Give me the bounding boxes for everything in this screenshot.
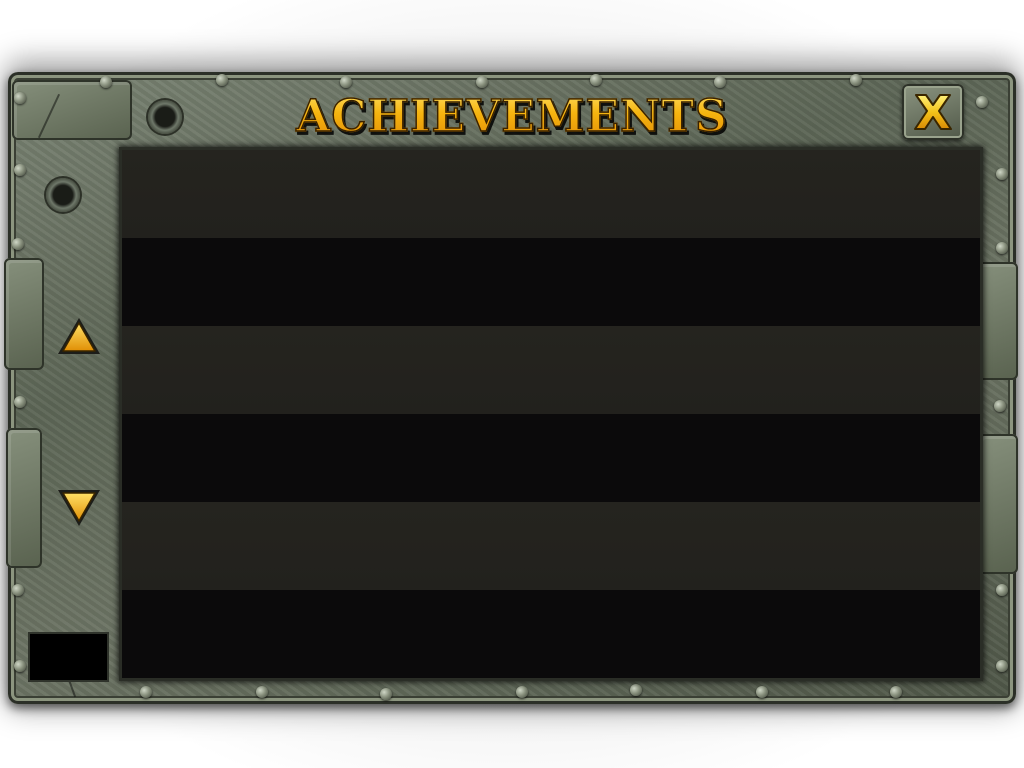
close-x-icon <box>910 91 956 133</box>
rivet <box>976 96 988 108</box>
close-button[interactable] <box>902 84 964 140</box>
rivet <box>590 74 602 86</box>
rivet <box>996 168 1008 180</box>
rivet <box>340 76 352 88</box>
rivet <box>12 238 24 250</box>
left-stone-block <box>4 258 44 370</box>
rivet <box>756 686 768 698</box>
rivet <box>996 242 1008 254</box>
achievement-row[interactable] <box>122 414 980 502</box>
rivet <box>994 400 1006 412</box>
achievement-row[interactable] <box>122 326 980 414</box>
rivet <box>100 76 112 88</box>
left-stone-block <box>6 428 42 568</box>
top-left-stone-block <box>12 80 132 140</box>
window-title: ACHIEVEMENTS <box>240 88 784 144</box>
achievement-row[interactable] <box>122 590 980 678</box>
scroll-down-button[interactable] <box>54 486 104 530</box>
rivet <box>14 92 26 104</box>
rivet <box>216 74 228 86</box>
rivet <box>12 584 24 596</box>
bolt-hole <box>46 178 80 212</box>
rivet <box>476 76 488 88</box>
rivet <box>14 164 26 176</box>
rivet <box>714 76 726 88</box>
achievement-row[interactable] <box>122 238 980 326</box>
rivet <box>14 396 26 408</box>
achievements-list[interactable] <box>122 150 980 678</box>
rivet <box>14 660 26 672</box>
right-stone-block <box>978 434 1018 574</box>
rivet <box>380 688 392 700</box>
achievement-row[interactable] <box>122 502 980 590</box>
rivet <box>890 686 902 698</box>
triangle-up-icon <box>54 314 104 358</box>
rivet <box>850 74 862 86</box>
rivet <box>630 684 642 696</box>
rivet <box>256 686 268 698</box>
bolt-hole <box>148 100 182 134</box>
achievements-screen: ACHIEVEMENTS <box>0 0 1024 768</box>
triangle-down-icon <box>54 486 104 530</box>
right-stone-block <box>976 262 1018 380</box>
achievement-row[interactable] <box>122 150 980 238</box>
rivet <box>996 584 1008 596</box>
scroll-up-button[interactable] <box>54 314 104 358</box>
rivet <box>516 686 528 698</box>
corner-panel <box>30 634 107 680</box>
rivet <box>996 660 1008 672</box>
rivet <box>140 686 152 698</box>
